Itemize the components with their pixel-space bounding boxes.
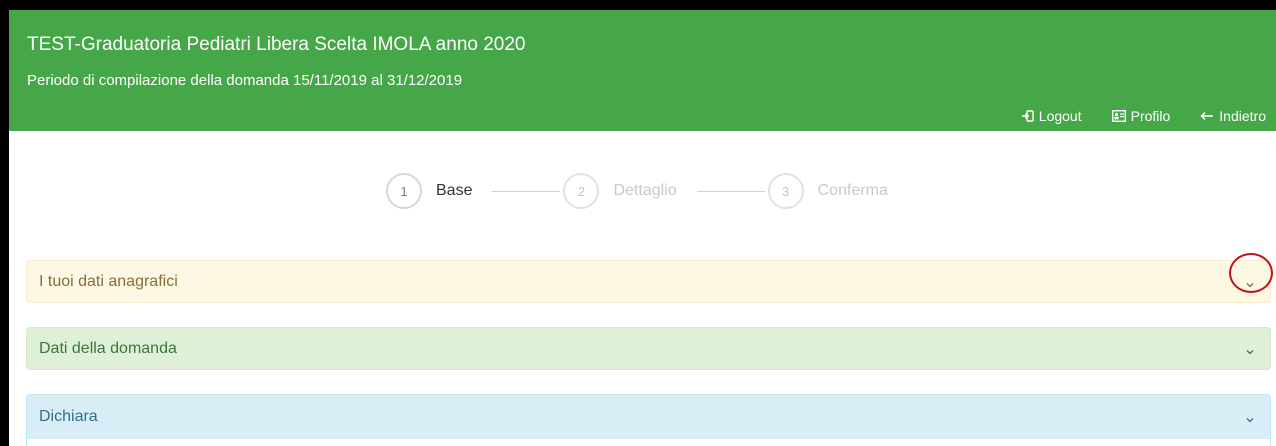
panel-title: I tuoi dati anagrafici [39,272,178,290]
profile-link[interactable]: Profilo [1111,108,1171,124]
wizard-step-conferma[interactable]: 3 Conferma [767,173,888,209]
panel-dati-domanda[interactable]: Dati della domanda [26,327,1271,370]
screenshot-border-top [0,0,1276,10]
back-label: Indietro [1219,108,1266,124]
step-connector [696,190,765,192]
id-card-icon [1111,110,1126,122]
step-number: 1 [386,173,422,209]
chevron-down-icon[interactable] [1244,412,1256,423]
arrow-left-icon [1200,111,1214,121]
step-label: Base [436,182,473,199]
chevron-down-icon[interactable] [1244,277,1256,287]
profile-label: Profilo [1130,108,1171,124]
page-subtitle: Periodo di compilazione della domanda 15… [27,72,463,89]
page-title: TEST-Graduatoria Pediatri Libera Scelta … [27,34,526,55]
panel-dichiara[interactable]: Dichiara [26,394,1271,440]
logout-icon [1021,110,1034,122]
wizard-steps: 1 Base 2 Dettaglio 3 Conferma [386,171,888,211]
step-label: Dettaglio [613,182,677,199]
logout-link[interactable]: Logout [1021,108,1082,124]
panel-title: Dichiara [39,408,98,425]
chevron-down-icon[interactable] [1244,344,1256,354]
wizard-step-base[interactable]: 1 Base [386,173,472,209]
logout-label: Logout [1038,108,1082,124]
app-header: TEST-Graduatoria Pediatri Libera Scelta … [9,10,1276,131]
panel-dichiara-body [26,439,1271,446]
step-number: 2 [563,173,600,209]
wizard-step-dettaglio[interactable]: 2 Dettaglio [563,173,677,209]
page: TEST-Graduatoria Pediatri Libera Scelta … [9,10,1276,446]
back-link[interactable]: Indietro [1200,108,1266,124]
header-nav: Logout Profilo Indietro [1021,108,1266,124]
step-number: 3 [767,173,804,209]
step-connector [492,190,561,192]
panel-title: Dati della domanda [39,339,177,357]
panel-dati-anagrafici[interactable]: I tuoi dati anagrafici [26,260,1271,303]
step-label: Conferma [817,182,888,199]
screenshot-border-left [0,0,9,446]
